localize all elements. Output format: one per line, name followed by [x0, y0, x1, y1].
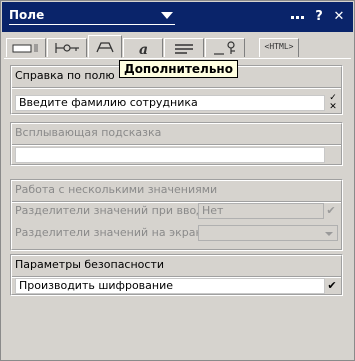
- advanced-icon: [96, 41, 114, 52]
- tab-font[interactable]: a: [123, 38, 163, 57]
- security-heading: Параметры безопасности: [15, 258, 165, 271]
- checkmark-icon[interactable]: ✔: [325, 278, 339, 294]
- title-bar: Поле ? ✕: [2, 2, 353, 32]
- properties-panel: Поле ? ✕ a <HTML> Дополнительно Справка …: [0, 0, 355, 361]
- field-help-heading: Справка по полю: [15, 69, 115, 82]
- tab-html[interactable]: <HTML>: [259, 38, 299, 57]
- tab-strip: a <HTML> Дополнительно: [2, 32, 353, 78]
- display-separator-select[interactable]: [198, 225, 338, 241]
- clear-icon[interactable]: ✓ ✕: [328, 94, 338, 112]
- checkmark-icon[interactable]: ✔: [324, 203, 338, 219]
- tab-content: Справка по полю Введите фамилию сотрудни…: [4, 58, 351, 355]
- tab-hide-when[interactable]: [205, 38, 245, 57]
- html-icon: <HTML>: [264, 42, 294, 51]
- field-box-icon: [12, 44, 38, 53]
- input-separator-field[interactable]: Нет: [198, 203, 324, 219]
- chevron-down-icon: [161, 12, 173, 19]
- tab-field-info[interactable]: [6, 38, 46, 57]
- display-separator-label: Разделители значений на экране: [15, 226, 210, 239]
- security-section: Параметры безопасности Производить шифро…: [10, 254, 343, 296]
- panel-title: Поле: [9, 8, 45, 22]
- tab-tooltip: Дополнительно: [119, 60, 238, 78]
- object-type-dropdown[interactable]: Поле: [9, 8, 175, 25]
- popup-hint-heading: Всплывающая подсказка: [15, 126, 162, 139]
- input-separator-label: Разделители значений при вводе: [15, 204, 211, 217]
- divider: [12, 144, 341, 146]
- help-icon[interactable]: ?: [313, 9, 325, 25]
- multi-value-section: Работа с несколькими значениями Разделит…: [10, 179, 343, 251]
- paragraph-icon: [175, 44, 193, 54]
- divider: [12, 87, 341, 89]
- popup-hint-section: Всплывающая подсказка: [10, 122, 343, 166]
- tab-key-control[interactable]: [47, 38, 87, 57]
- key-tag-icon: [214, 41, 235, 55]
- field-help-input[interactable]: Введите фамилию сотрудника: [15, 95, 325, 111]
- close-icon[interactable]: ✕: [333, 9, 345, 25]
- italic-a-icon: a: [139, 42, 148, 55]
- title-bar-icons: ? ✕: [275, 9, 345, 25]
- encryption-select[interactable]: Производить шифрование: [15, 278, 325, 294]
- tab-paragraph[interactable]: [164, 38, 204, 57]
- multi-value-heading: Работа с несколькими значениями: [15, 183, 218, 196]
- chevron-down-icon[interactable]: [325, 232, 333, 236]
- svg-text:a: a: [139, 42, 148, 55]
- tab-advanced[interactable]: [88, 35, 122, 58]
- popup-hint-input[interactable]: [15, 147, 325, 163]
- key-arrow-icon: [55, 43, 79, 53]
